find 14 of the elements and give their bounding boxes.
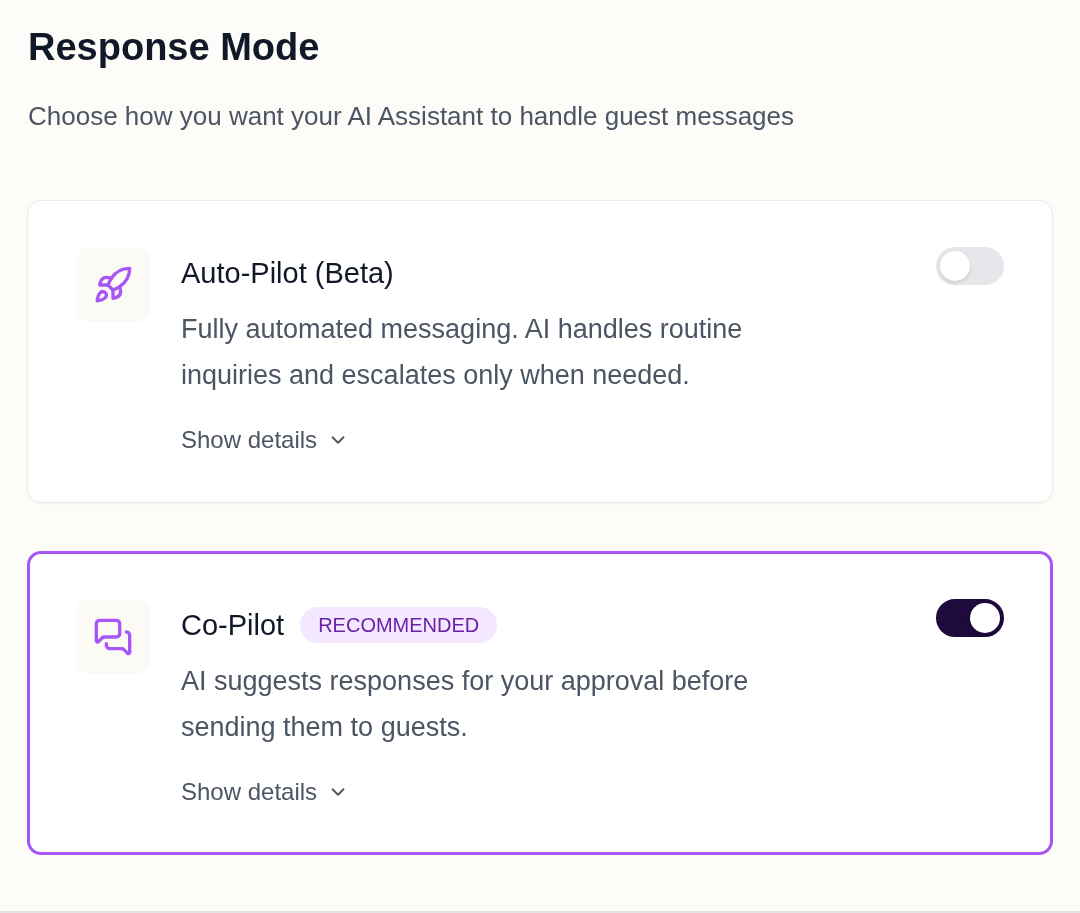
mode-title: Auto-Pilot (Beta) xyxy=(181,256,394,291)
page-subtitle: Choose how you want your AI Assistant to handle guest messages xyxy=(28,100,794,133)
mode-description: AI suggests responses for your approval before sending them to guests. xyxy=(181,665,750,744)
show-details-button[interactable]: Show details xyxy=(181,776,350,808)
recommended-badge: RECOMMENDED xyxy=(300,607,498,643)
mode-description: Fully automated messaging. AI handles routine inquiries and escalates only when needed. xyxy=(181,313,744,392)
rocket-icon xyxy=(93,264,133,305)
toggle-switch[interactable] xyxy=(936,599,1004,637)
chat-bubbles-icon xyxy=(93,616,133,657)
page-title: Response Mode xyxy=(28,25,320,70)
mode-card[interactable]: Co-Pilot RECOMMENDED AI suggests responses for your approval before sending them to guests. Show details xyxy=(27,551,1053,855)
show-details-button[interactable]: Show details xyxy=(181,424,350,456)
mode-card[interactable]: Auto-Pilot (Beta) Fully automated messaging. AI handles routine inquiries and escalates only when needed. Show details xyxy=(27,200,1053,503)
mode-title: Co-Pilot xyxy=(181,608,285,643)
